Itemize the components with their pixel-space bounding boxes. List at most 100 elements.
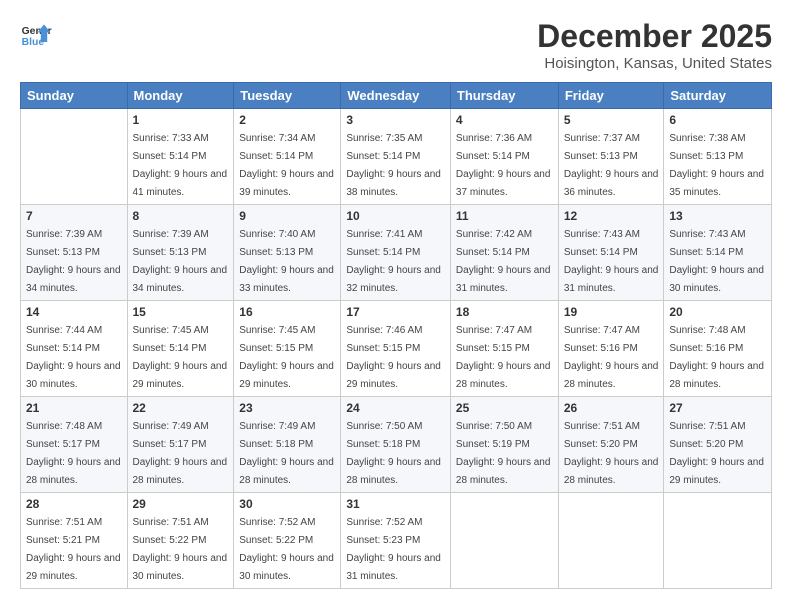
- day-info: Sunrise: 7:45 AMSunset: 5:14 PMDaylight:…: [133, 325, 228, 390]
- day-number: 25: [456, 401, 553, 415]
- day-number: 14: [26, 305, 122, 319]
- day-number: 11: [456, 209, 553, 223]
- day-info: Sunrise: 7:49 AMSunset: 5:17 PMDaylight:…: [133, 421, 228, 486]
- day-number: 26: [564, 401, 659, 415]
- calendar-week-row: 28 Sunrise: 7:51 AMSunset: 5:21 PMDaylig…: [21, 493, 772, 589]
- table-row: 8 Sunrise: 7:39 AMSunset: 5:13 PMDayligh…: [127, 205, 234, 301]
- day-info: Sunrise: 7:33 AMSunset: 5:14 PMDaylight:…: [133, 133, 228, 198]
- day-number: 23: [239, 401, 335, 415]
- table-row: 14 Sunrise: 7:44 AMSunset: 5:14 PMDaylig…: [21, 301, 128, 397]
- day-number: 30: [239, 497, 335, 511]
- table-row: 5 Sunrise: 7:37 AMSunset: 5:13 PMDayligh…: [558, 109, 664, 205]
- day-number: 16: [239, 305, 335, 319]
- table-row: 1 Sunrise: 7:33 AMSunset: 5:14 PMDayligh…: [127, 109, 234, 205]
- day-info: Sunrise: 7:49 AMSunset: 5:18 PMDaylight:…: [239, 421, 334, 486]
- col-saturday: Saturday: [664, 83, 772, 109]
- day-number: 24: [346, 401, 445, 415]
- table-row: 30 Sunrise: 7:52 AMSunset: 5:22 PMDaylig…: [234, 493, 341, 589]
- day-number: 19: [564, 305, 659, 319]
- table-row: 9 Sunrise: 7:40 AMSunset: 5:13 PMDayligh…: [234, 205, 341, 301]
- table-row: [450, 493, 558, 589]
- day-info: Sunrise: 7:52 AMSunset: 5:23 PMDaylight:…: [346, 517, 441, 582]
- day-number: 27: [669, 401, 766, 415]
- col-thursday: Thursday: [450, 83, 558, 109]
- table-row: 6 Sunrise: 7:38 AMSunset: 5:13 PMDayligh…: [664, 109, 772, 205]
- col-monday: Monday: [127, 83, 234, 109]
- day-info: Sunrise: 7:44 AMSunset: 5:14 PMDaylight:…: [26, 325, 121, 390]
- table-row: 17 Sunrise: 7:46 AMSunset: 5:15 PMDaylig…: [341, 301, 451, 397]
- title-block: December 2025 Hoisington, Kansas, United…: [537, 18, 772, 72]
- day-info: Sunrise: 7:45 AMSunset: 5:15 PMDaylight:…: [239, 325, 334, 390]
- day-info: Sunrise: 7:42 AMSunset: 5:14 PMDaylight:…: [456, 229, 551, 294]
- table-row: 20 Sunrise: 7:48 AMSunset: 5:16 PMDaylig…: [664, 301, 772, 397]
- table-row: 3 Sunrise: 7:35 AMSunset: 5:14 PMDayligh…: [341, 109, 451, 205]
- table-row: 12 Sunrise: 7:43 AMSunset: 5:14 PMDaylig…: [558, 205, 664, 301]
- table-row: 18 Sunrise: 7:47 AMSunset: 5:15 PMDaylig…: [450, 301, 558, 397]
- col-tuesday: Tuesday: [234, 83, 341, 109]
- day-number: 4: [456, 113, 553, 127]
- logo-icon: General Blue: [20, 18, 52, 50]
- calendar-week-row: 14 Sunrise: 7:44 AMSunset: 5:14 PMDaylig…: [21, 301, 772, 397]
- calendar: Sunday Monday Tuesday Wednesday Thursday…: [20, 82, 772, 589]
- table-row: 22 Sunrise: 7:49 AMSunset: 5:17 PMDaylig…: [127, 397, 234, 493]
- day-info: Sunrise: 7:48 AMSunset: 5:16 PMDaylight:…: [669, 325, 764, 390]
- table-row: 29 Sunrise: 7:51 AMSunset: 5:22 PMDaylig…: [127, 493, 234, 589]
- day-number: 5: [564, 113, 659, 127]
- location: Hoisington, Kansas, United States: [537, 55, 772, 72]
- table-row: 7 Sunrise: 7:39 AMSunset: 5:13 PMDayligh…: [21, 205, 128, 301]
- calendar-week-row: 7 Sunrise: 7:39 AMSunset: 5:13 PMDayligh…: [21, 205, 772, 301]
- col-sunday: Sunday: [21, 83, 128, 109]
- day-info: Sunrise: 7:52 AMSunset: 5:22 PMDaylight:…: [239, 517, 334, 582]
- day-info: Sunrise: 7:47 AMSunset: 5:15 PMDaylight:…: [456, 325, 551, 390]
- col-wednesday: Wednesday: [341, 83, 451, 109]
- day-number: 22: [133, 401, 229, 415]
- day-number: 3: [346, 113, 445, 127]
- table-row: 24 Sunrise: 7:50 AMSunset: 5:18 PMDaylig…: [341, 397, 451, 493]
- day-number: 12: [564, 209, 659, 223]
- day-info: Sunrise: 7:50 AMSunset: 5:19 PMDaylight:…: [456, 421, 551, 486]
- table-row: [558, 493, 664, 589]
- day-info: Sunrise: 7:47 AMSunset: 5:16 PMDaylight:…: [564, 325, 659, 390]
- day-info: Sunrise: 7:43 AMSunset: 5:14 PMDaylight:…: [669, 229, 764, 294]
- day-info: Sunrise: 7:46 AMSunset: 5:15 PMDaylight:…: [346, 325, 441, 390]
- table-row: 31 Sunrise: 7:52 AMSunset: 5:23 PMDaylig…: [341, 493, 451, 589]
- table-row: 28 Sunrise: 7:51 AMSunset: 5:21 PMDaylig…: [21, 493, 128, 589]
- day-number: 18: [456, 305, 553, 319]
- col-friday: Friday: [558, 83, 664, 109]
- table-row: 11 Sunrise: 7:42 AMSunset: 5:14 PMDaylig…: [450, 205, 558, 301]
- table-row: 10 Sunrise: 7:41 AMSunset: 5:14 PMDaylig…: [341, 205, 451, 301]
- day-number: 31: [346, 497, 445, 511]
- table-row: 4 Sunrise: 7:36 AMSunset: 5:14 PMDayligh…: [450, 109, 558, 205]
- day-info: Sunrise: 7:51 AMSunset: 5:20 PMDaylight:…: [564, 421, 659, 486]
- calendar-week-row: 21 Sunrise: 7:48 AMSunset: 5:17 PMDaylig…: [21, 397, 772, 493]
- day-info: Sunrise: 7:48 AMSunset: 5:17 PMDaylight:…: [26, 421, 121, 486]
- day-number: 15: [133, 305, 229, 319]
- logo: General Blue: [20, 18, 56, 50]
- day-info: Sunrise: 7:40 AMSunset: 5:13 PMDaylight:…: [239, 229, 334, 294]
- day-info: Sunrise: 7:38 AMSunset: 5:13 PMDaylight:…: [669, 133, 764, 198]
- table-row: 27 Sunrise: 7:51 AMSunset: 5:20 PMDaylig…: [664, 397, 772, 493]
- table-row: 19 Sunrise: 7:47 AMSunset: 5:16 PMDaylig…: [558, 301, 664, 397]
- header: General Blue December 2025 Hoisington, K…: [20, 18, 772, 72]
- day-info: Sunrise: 7:41 AMSunset: 5:14 PMDaylight:…: [346, 229, 441, 294]
- day-number: 6: [669, 113, 766, 127]
- table-row: [664, 493, 772, 589]
- day-number: 9: [239, 209, 335, 223]
- day-info: Sunrise: 7:39 AMSunset: 5:13 PMDaylight:…: [133, 229, 228, 294]
- day-info: Sunrise: 7:51 AMSunset: 5:22 PMDaylight:…: [133, 517, 228, 582]
- day-info: Sunrise: 7:43 AMSunset: 5:14 PMDaylight:…: [564, 229, 659, 294]
- calendar-header-row: Sunday Monday Tuesday Wednesday Thursday…: [21, 83, 772, 109]
- month-title: December 2025: [537, 18, 772, 55]
- table-row: 2 Sunrise: 7:34 AMSunset: 5:14 PMDayligh…: [234, 109, 341, 205]
- day-info: Sunrise: 7:35 AMSunset: 5:14 PMDaylight:…: [346, 133, 441, 198]
- day-info: Sunrise: 7:39 AMSunset: 5:13 PMDaylight:…: [26, 229, 121, 294]
- table-row: 13 Sunrise: 7:43 AMSunset: 5:14 PMDaylig…: [664, 205, 772, 301]
- day-number: 13: [669, 209, 766, 223]
- day-number: 28: [26, 497, 122, 511]
- table-row: 26 Sunrise: 7:51 AMSunset: 5:20 PMDaylig…: [558, 397, 664, 493]
- table-row: 21 Sunrise: 7:48 AMSunset: 5:17 PMDaylig…: [21, 397, 128, 493]
- table-row: 15 Sunrise: 7:45 AMSunset: 5:14 PMDaylig…: [127, 301, 234, 397]
- day-number: 10: [346, 209, 445, 223]
- day-number: 29: [133, 497, 229, 511]
- table-row: 16 Sunrise: 7:45 AMSunset: 5:15 PMDaylig…: [234, 301, 341, 397]
